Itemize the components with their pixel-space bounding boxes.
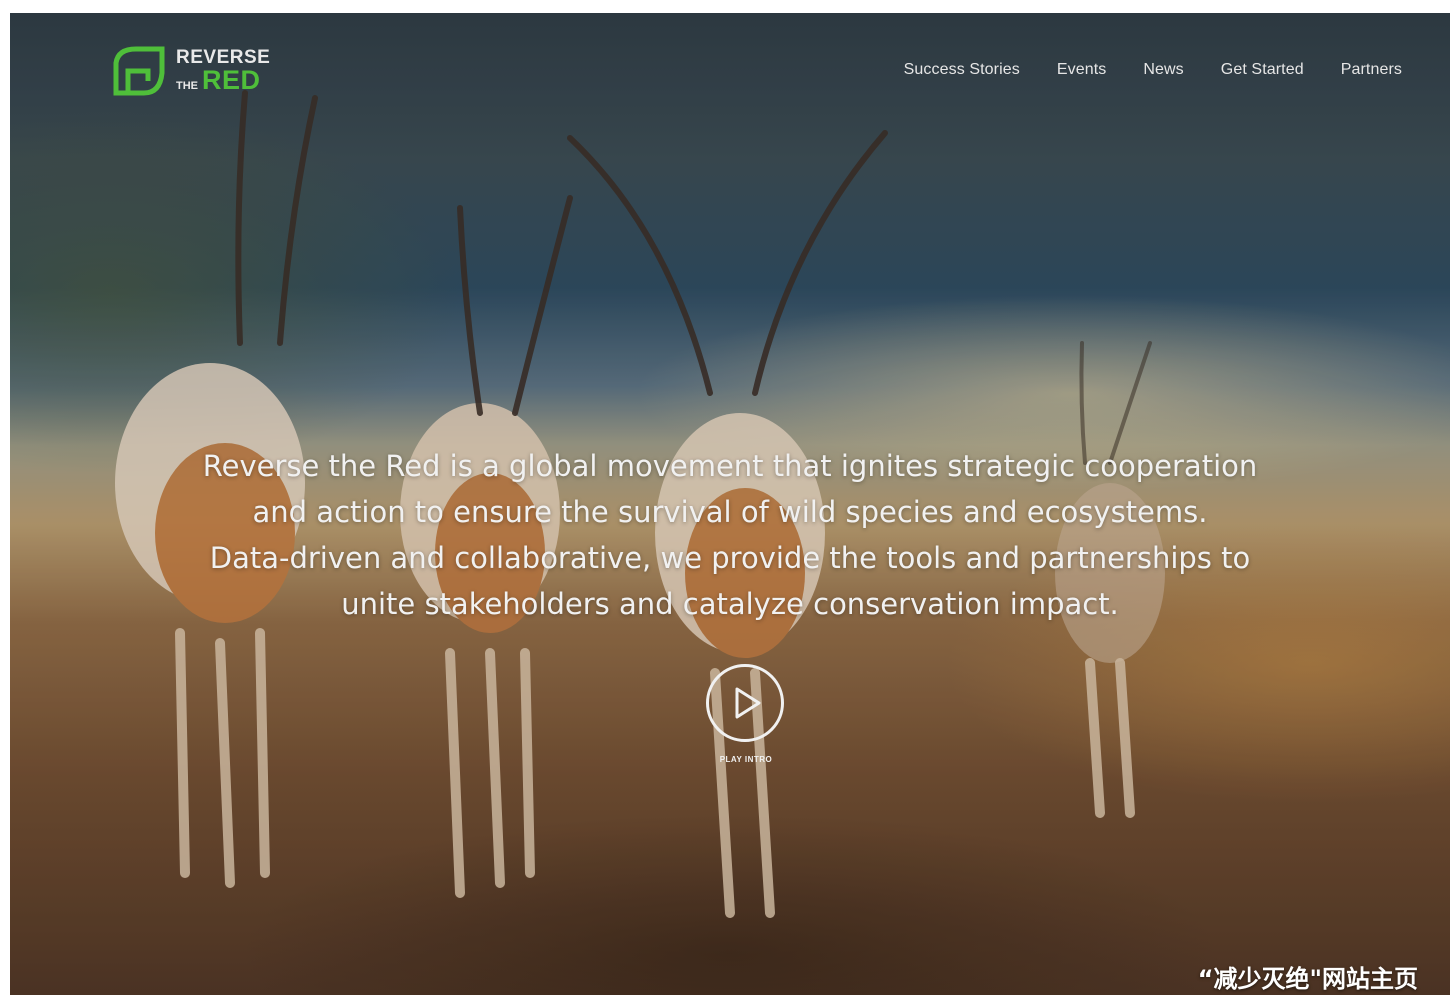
nav-item-partners[interactable]: Partners — [1341, 61, 1402, 79]
play-intro-label[interactable]: PLAY INTRO — [696, 755, 796, 764]
brand-name-the: THE — [176, 80, 198, 92]
hero-line: Reverse the Red is a global movement tha… — [202, 449, 1258, 483]
main-nav: Success Stories Events News Get Started … — [904, 61, 1402, 79]
hero-line: and action to ensure the survival of wil… — [252, 495, 1208, 529]
brand-name-line2: THE RED — [176, 67, 270, 94]
hero-statement: Reverse the Red is a global movement tha… — [120, 443, 1340, 627]
hero-line: Data-driven and collaborative, we provid… — [209, 541, 1251, 575]
play-icon — [735, 687, 761, 719]
brand-logo[interactable]: REVERSE THE RED — [110, 43, 270, 99]
nav-item-news[interactable]: News — [1143, 61, 1183, 79]
play-intro-button[interactable] — [706, 664, 784, 742]
figure-caption: “减少灭绝"网站主页 — [1197, 965, 1418, 993]
nav-item-events[interactable]: Events — [1057, 61, 1107, 79]
hero-section: REVERSE THE RED Success Stories Events N… — [10, 13, 1450, 995]
hero-line: unite stakeholders and catalyze conserva… — [341, 587, 1119, 621]
nav-item-get-started[interactable]: Get Started — [1221, 61, 1304, 79]
brand-name-red: RED — [202, 65, 261, 95]
nav-item-success-stories[interactable]: Success Stories — [904, 61, 1020, 79]
brand-wordmark: REVERSE THE RED — [176, 48, 270, 94]
leaf-logo-icon — [113, 46, 165, 96]
